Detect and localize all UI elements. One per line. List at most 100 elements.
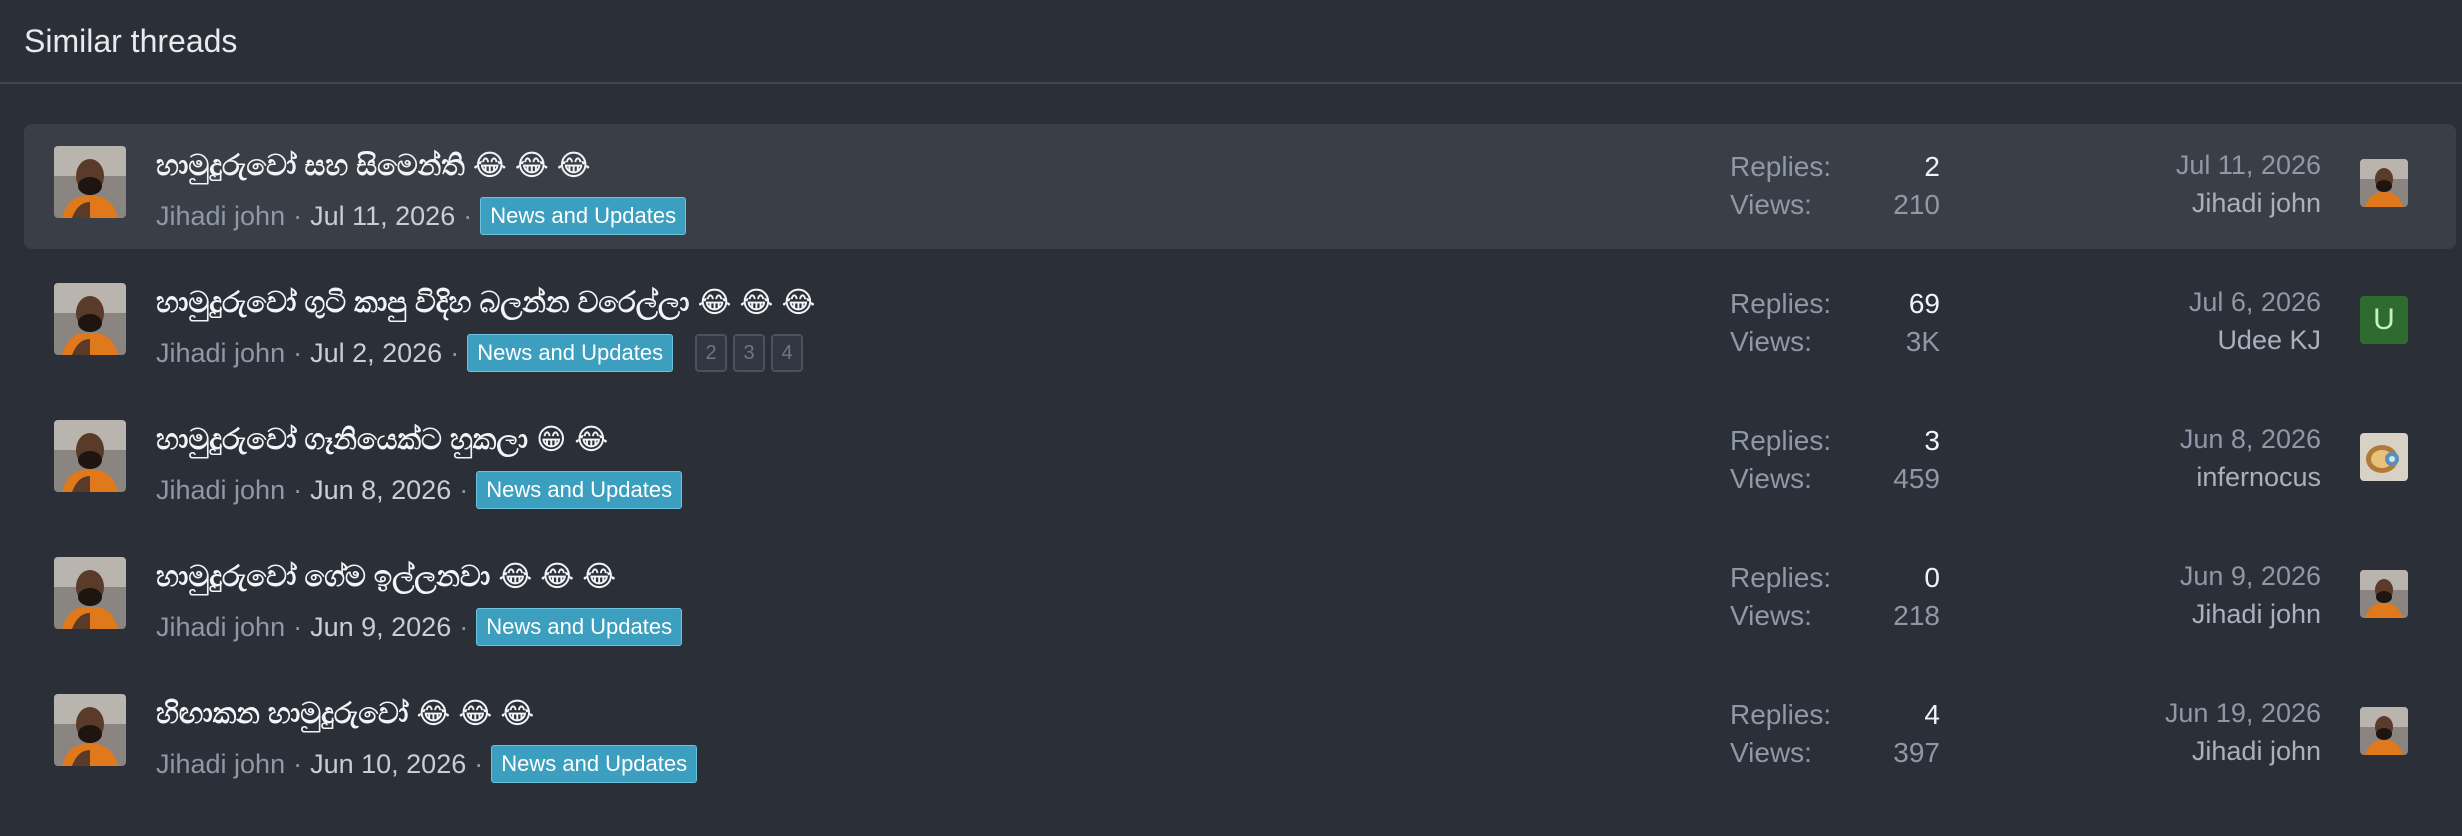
thread-list: හාමුදුරුවෝ සහ සිමෙන්ති 😂 😂 😂 Jihadi john… [0, 84, 2462, 797]
thread-main: හාමුදුරුවෝ ගුටි කාපු විදිහ බලන්න වරෙල්ලා… [156, 285, 815, 372]
latest-post-date[interactable]: Jun 9, 2026 [2180, 557, 2321, 595]
thread-title-text[interactable]: හාමුදුරුවෝ ගේම ඉල්ලනවා [156, 561, 490, 593]
thread-title-emojis: 😂 😂 😂 [498, 561, 617, 593]
thread-main: හාමුදුරුවෝ ගෑනියෙක්ට හුකලා 😁 😂 Jihadi jo… [156, 422, 683, 509]
views-label: Views: [1730, 326, 1812, 357]
latest-post-user[interactable]: Jihadi john [2180, 595, 2321, 633]
thread-author[interactable]: Jihadi john [156, 612, 285, 643]
meta-separator: · [450, 337, 460, 368]
thread-title[interactable]: හාමුදුරුවෝ ගේම ඉල්ලනවා 😂 😂 😂 [156, 559, 682, 594]
views-count: 3K [1905, 326, 1940, 357]
page-link-4[interactable]: 4 [771, 334, 804, 372]
thread-main: හාමුදුරුවෝ ගේම ඉල්ලනවා 😂 😂 😂 Jihadi john… [156, 559, 683, 646]
thread-date[interactable]: Jun 9, 2026 [310, 612, 451, 643]
thread-author[interactable]: Jihadi john [156, 338, 285, 369]
latest-post: Jun 8, 2026 infernocus [2180, 420, 2321, 496]
thread-title[interactable]: හාමුදුරුවෝ ගුටි කාපු විදිහ බලන්න වරෙල්ලා… [156, 285, 815, 320]
page-link-2[interactable]: 2 [695, 334, 728, 372]
views-label: Views: [1730, 737, 1812, 768]
thread-prefix-tag[interactable]: News and Updates [491, 745, 698, 783]
thread-meta: Jihadi john · Jul 2, 2026 · News and Upd… [156, 334, 815, 372]
latest-post: Jul 6, 2026 Udee KJ [2189, 283, 2321, 359]
thread-stats: Replies: 3 Views: 459 [1730, 422, 1940, 498]
latest-post-user[interactable]: Jihadi john [2176, 184, 2321, 222]
latest-user-avatar[interactable]: U [2360, 296, 2408, 344]
thread-meta: Jihadi john · Jun 10, 2026 · News and Up… [156, 745, 698, 783]
meta-separator: · [459, 611, 469, 642]
author-avatar[interactable] [54, 557, 126, 629]
latest-post: Jun 9, 2026 Jihadi john [2180, 557, 2321, 633]
thread-stats: Replies: 4 Views: 397 [1730, 696, 1940, 772]
meta-separator: · [459, 474, 469, 505]
replies-label: Replies: [1730, 699, 1832, 730]
thread-row[interactable]: හාමුදුරුවෝ ගෑනියෙක්ට හුකලා 😁 😂 Jihadi jo… [24, 398, 2456, 523]
thread-prefix-tag[interactable]: News and Updates [480, 197, 687, 235]
thread-main: හාමුදුරුවෝ සහ සිමෙන්ති 😂 😂 😂 Jihadi john… [156, 148, 687, 235]
thread-title-emojis: 😂 😂 😂 [472, 150, 591, 182]
thread-title-emojis: 😂 😂 😂 [697, 287, 816, 319]
thread-row[interactable]: හාමුදුරුවෝ ගේම ඉල්ලනවා 😂 😂 😂 Jihadi john… [24, 535, 2456, 660]
latest-user-avatar[interactable] [2360, 433, 2408, 481]
thread-prefix-tag[interactable]: News and Updates [476, 608, 683, 646]
latest-post-date[interactable]: Jun 19, 2026 [2165, 694, 2321, 732]
replies-label: Replies: [1730, 425, 1832, 456]
thread-prefix-tag[interactable]: News and Updates [476, 471, 683, 509]
thread-title-text[interactable]: හිඟාකන හාමුදුරුවෝ [156, 698, 408, 730]
author-avatar[interactable] [54, 283, 126, 355]
thread-date[interactable]: Jul 11, 2026 [310, 201, 455, 232]
thread-title-emojis: 😁 😂 [536, 424, 609, 456]
thread-stats: Replies: 2 Views: 210 [1730, 148, 1940, 224]
thread-title[interactable]: හිඟාකන හාමුදුරුවෝ 😂 😂 😂 [156, 696, 697, 731]
latest-post-user[interactable]: infernocus [2180, 458, 2321, 496]
thread-title-text[interactable]: හාමුදුරුවෝ ගෑනියෙක්ට හුකලා [156, 424, 528, 456]
replies-count: 69 [1908, 288, 1940, 319]
meta-separator: · [293, 200, 303, 231]
thread-title-emojis: 😂 😂 😂 [416, 698, 535, 730]
replies-label: Replies: [1730, 288, 1832, 319]
thread-title-text[interactable]: හාමුදුරුවෝ සහ සිමෙන්ති [156, 150, 465, 182]
thread-meta: Jihadi john · Jun 8, 2026 · News and Upd… [156, 471, 683, 509]
thread-row[interactable]: හාමුදුරුවෝ ගුටි කාපු විදිහ බලන්න වරෙල්ලා… [24, 261, 2456, 386]
thread-title-text[interactable]: හාමුදුරුවෝ ගුටි කාපු විදිහ බලන්න වරෙල්ලා [156, 287, 690, 319]
thread-meta: Jihadi john · Jun 9, 2026 · News and Upd… [156, 608, 683, 646]
latest-post-user[interactable]: Udee KJ [2189, 321, 2321, 359]
latest-post-date[interactable]: Jun 8, 2026 [2180, 420, 2321, 458]
views-label: Views: [1730, 600, 1812, 631]
latest-user-avatar[interactable] [2360, 159, 2408, 207]
replies-label: Replies: [1730, 151, 1832, 182]
thread-title[interactable]: හාමුදුරුවෝ ගෑනියෙක්ට හුකලා 😁 😂 [156, 422, 682, 457]
thread-author[interactable]: Jihadi john [156, 475, 285, 506]
thread-prefix-tag[interactable]: News and Updates [467, 334, 674, 372]
thread-date[interactable]: Jul 2, 2026 [310, 338, 442, 369]
page-link-3[interactable]: 3 [733, 334, 766, 372]
latest-post-date[interactable]: Jul 6, 2026 [2189, 283, 2321, 321]
latest-user-avatar[interactable] [2360, 707, 2408, 755]
thread-main: හිඟාකන හාමුදුරුවෝ 😂 😂 😂 Jihadi john · Ju… [156, 696, 698, 783]
meta-separator: · [463, 200, 473, 231]
replies-count: 4 [1924, 699, 1940, 730]
views-label: Views: [1730, 463, 1812, 494]
thread-meta: Jihadi john · Jul 11, 2026 · News and Up… [156, 197, 687, 235]
latest-post-date[interactable]: Jul 11, 2026 [2176, 146, 2321, 184]
views-count: 397 [1893, 737, 1940, 768]
meta-separator: · [474, 748, 484, 779]
page-jump-links: 2 3 4 [695, 334, 804, 372]
thread-author[interactable]: Jihadi john [156, 201, 285, 232]
views-count: 459 [1893, 463, 1940, 494]
author-avatar[interactable] [54, 146, 126, 218]
author-avatar[interactable] [54, 420, 126, 492]
latest-user-avatar[interactable] [2360, 570, 2408, 618]
author-avatar[interactable] [54, 694, 126, 766]
replies-count: 2 [1924, 151, 1940, 182]
thread-date[interactable]: Jun 10, 2026 [310, 749, 466, 780]
thread-date[interactable]: Jun 8, 2026 [310, 475, 451, 506]
thread-row[interactable]: හිඟාකන හාමුදුරුවෝ 😂 😂 😂 Jihadi john · Ju… [24, 672, 2456, 797]
latest-post-user[interactable]: Jihadi john [2165, 732, 2321, 770]
block-header: Similar threads [0, 0, 2462, 84]
thread-stats: Replies: 0 Views: 218 [1730, 559, 1940, 635]
thread-title[interactable]: හාමුදුරුවෝ සහ සිමෙන්ති 😂 😂 😂 [156, 148, 686, 183]
replies-count: 3 [1924, 425, 1940, 456]
thread-author[interactable]: Jihadi john [156, 749, 285, 780]
meta-separator: · [293, 474, 303, 505]
thread-row[interactable]: හාමුදුරුවෝ සහ සිමෙන්ති 😂 😂 😂 Jihadi john… [24, 124, 2456, 249]
